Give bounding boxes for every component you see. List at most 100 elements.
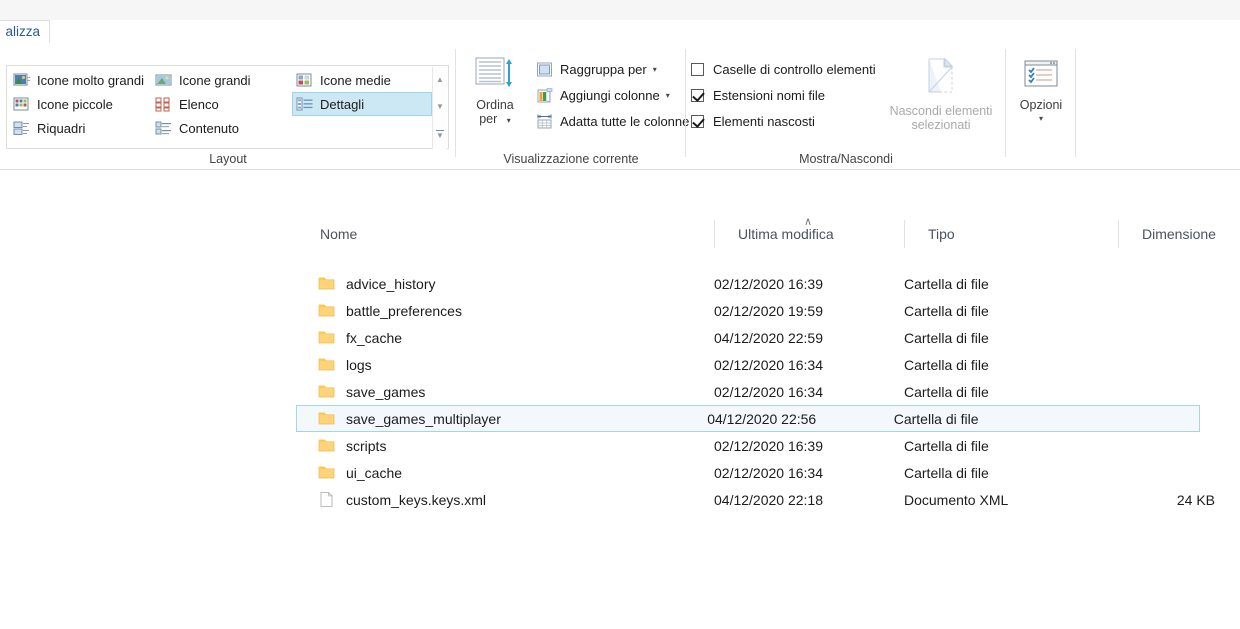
- group-by-label: Raggruppa per: [560, 62, 647, 77]
- file-type: Cartella di file: [894, 411, 1105, 427]
- add-columns-button[interactable]: Aggiungi colonne ▾: [536, 83, 670, 107]
- gallery-item-label: Dettagli: [320, 97, 364, 112]
- file-name: advice_history: [346, 276, 714, 292]
- hide-selected-label-line1: Nascondi elementi: [890, 104, 993, 118]
- folder-icon: [318, 329, 335, 346]
- folder-icon: [318, 356, 335, 373]
- ribbon-group-label-current-view: Visualizzazione corrente: [456, 152, 686, 166]
- gallery-item-tiles[interactable]: Riquadri: [9, 116, 161, 140]
- checkbox-item-checkboxes[interactable]: Caselle di controllo elementi: [691, 57, 876, 81]
- table-row[interactable]: fx_cache 04/12/2020 22:59 Cartella di fi…: [296, 324, 1240, 351]
- file-rows: advice_history 02/12/2020 16:39 Cartella…: [296, 254, 1240, 629]
- file-modified: 04/12/2020 22:18: [714, 492, 904, 508]
- folder-icon: [318, 410, 335, 427]
- column-header-label: Nome: [320, 226, 357, 242]
- gallery-item-details[interactable]: Dettagli: [292, 92, 432, 116]
- medium-icons-icon: [296, 72, 313, 89]
- file-name: fx_cache: [346, 330, 714, 346]
- large-icons-icon: [155, 72, 172, 89]
- file-modified: 04/12/2020 22:56: [707, 411, 894, 427]
- options-label: Opzioni: [1020, 98, 1062, 112]
- checkbox-icon[interactable]: [691, 89, 704, 102]
- checkbox-label: Estensioni nomi file: [713, 88, 825, 103]
- group-by-button[interactable]: Raggruppa per ▾: [536, 57, 657, 81]
- gallery-item-label: Icone piccole: [37, 97, 113, 112]
- gallery-scrollbar[interactable]: ▲ ▼ ▼: [432, 67, 447, 149]
- ribbon-group-current-view: Ordina per ▾ Raggruppa per ▾: [456, 43, 686, 170]
- checkbox-hidden-items[interactable]: Elementi nascosti: [691, 109, 815, 133]
- column-divider[interactable]: [714, 220, 715, 248]
- add-columns-caret-icon[interactable]: ▾: [666, 91, 670, 100]
- column-header-nome[interactable]: Nome: [296, 214, 714, 254]
- ribbon-group-show-hide: Caselle di controllo elementi Estensioni…: [686, 43, 1006, 170]
- gallery-item-label: Icone molto grandi: [37, 73, 144, 88]
- table-row[interactable]: battle_preferences 02/12/2020 19:59 Cart…: [296, 297, 1240, 324]
- options-caret-icon[interactable]: ▾: [1039, 112, 1043, 126]
- ribbon-tab-strip: alizza: [0, 0, 1240, 43]
- checkbox-icon[interactable]: [691, 115, 704, 128]
- tiles-view-icon: [13, 120, 30, 137]
- add-columns-label: Aggiungi colonne: [560, 88, 660, 103]
- address-bar-zone: Disco locale (C:) › Utenti › aless › App…: [0, 170, 1240, 214]
- table-row-selected[interactable]: save_games_multiplayer 04/12/2020 22:56 …: [296, 405, 1200, 432]
- file-type: Cartella di file: [904, 357, 1119, 373]
- options-icon: [1022, 59, 1060, 94]
- list-view-icon: [155, 96, 172, 113]
- folder-icon: [318, 464, 335, 481]
- gallery-item-medium-icons[interactable]: Icone medie: [292, 68, 432, 92]
- column-divider[interactable]: [904, 220, 905, 248]
- gallery-item-content[interactable]: Contenuto: [151, 116, 295, 140]
- column-divider[interactable]: [1118, 220, 1119, 248]
- content-view-icon: [155, 120, 172, 137]
- table-row[interactable]: ui_cache 02/12/2020 16:34 Cartella di fi…: [296, 459, 1240, 486]
- table-row[interactable]: advice_history 02/12/2020 16:39 Cartella…: [296, 270, 1240, 297]
- column-header-tipo[interactable]: Tipo: [904, 214, 1118, 254]
- checkbox-file-name-extensions[interactable]: Estensioni nomi file: [691, 83, 825, 107]
- file-name: custom_keys.keys.xml: [346, 492, 714, 508]
- tab-visualizza[interactable]: alizza: [0, 20, 50, 44]
- checkbox-icon[interactable]: [691, 63, 704, 76]
- file-type: Cartella di file: [904, 303, 1119, 319]
- gallery-scroll-down-icon[interactable]: ▼: [436, 103, 444, 111]
- gallery-item-large-icons[interactable]: Icone grandi: [151, 68, 295, 92]
- folder-icon: [318, 437, 335, 454]
- ribbon-group-label-layout: Layout: [0, 152, 456, 166]
- gallery-item-list[interactable]: Elenco: [151, 92, 295, 116]
- table-row[interactable]: logs 02/12/2020 16:34 Cartella di file: [296, 351, 1240, 378]
- ribbon-group-label-show-hide: Mostra/Nascondi: [686, 152, 1006, 166]
- column-header-ultima-modifica[interactable]: Ultima modifica: [714, 214, 904, 254]
- file-modified: 02/12/2020 16:34: [714, 384, 904, 400]
- folder-icon: [318, 302, 335, 319]
- gallery-scroll-up-icon[interactable]: ▲: [436, 76, 444, 84]
- size-all-columns-button[interactable]: Adatta tutte le colonne: [536, 109, 689, 133]
- gallery-item-small-icons[interactable]: Icone piccole: [9, 92, 161, 116]
- group-by-icon: [536, 61, 553, 78]
- file-name: ui_cache: [346, 465, 714, 481]
- file-type: Cartella di file: [904, 465, 1119, 481]
- sort-by-caret-icon[interactable]: ▾: [507, 116, 511, 125]
- file-modified: 02/12/2020 16:34: [714, 465, 904, 481]
- file-modified: 02/12/2020 16:39: [714, 276, 904, 292]
- ribbon: Icone molto grandi: [0, 43, 1240, 170]
- gallery-item-label: Riquadri: [37, 121, 85, 136]
- tab-strip-background: [50, 20, 1240, 44]
- column-header-dimensione[interactable]: Dimensione: [1118, 214, 1240, 254]
- gallery-item-very-large-icons[interactable]: Icone molto grandi: [9, 68, 161, 92]
- file-modified: 02/12/2020 16:34: [714, 357, 904, 373]
- options-button[interactable]: Opzioni ▾: [1012, 59, 1070, 126]
- gallery-more-icon[interactable]: ▼: [436, 130, 444, 140]
- folder-icon: [318, 275, 335, 292]
- group-by-caret-icon[interactable]: ▾: [653, 65, 657, 74]
- table-row[interactable]: scripts 02/12/2020 16:39 Cartella di fil…: [296, 432, 1240, 459]
- checkbox-label: Caselle di controllo elementi: [713, 62, 876, 77]
- file-type: Cartella di file: [904, 330, 1119, 346]
- table-row[interactable]: custom_keys.keys.xml 04/12/2020 22:18 Do…: [296, 486, 1240, 513]
- layout-gallery[interactable]: Icone molto grandi: [6, 65, 449, 149]
- sort-by-button[interactable]: Ordina per ▾: [466, 55, 524, 128]
- column-headers: Nome ∧ Ultima modifica Tipo Dimensione: [296, 214, 1240, 254]
- file-type: Documento XML: [904, 492, 1119, 508]
- file-list-view: Nome ∧ Ultima modifica Tipo Dimensione: [0, 214, 1240, 629]
- table-row[interactable]: save_games 02/12/2020 16:34 Cartella di …: [296, 378, 1240, 405]
- size-all-columns-icon: [536, 113, 553, 130]
- file-type: Cartella di file: [904, 384, 1119, 400]
